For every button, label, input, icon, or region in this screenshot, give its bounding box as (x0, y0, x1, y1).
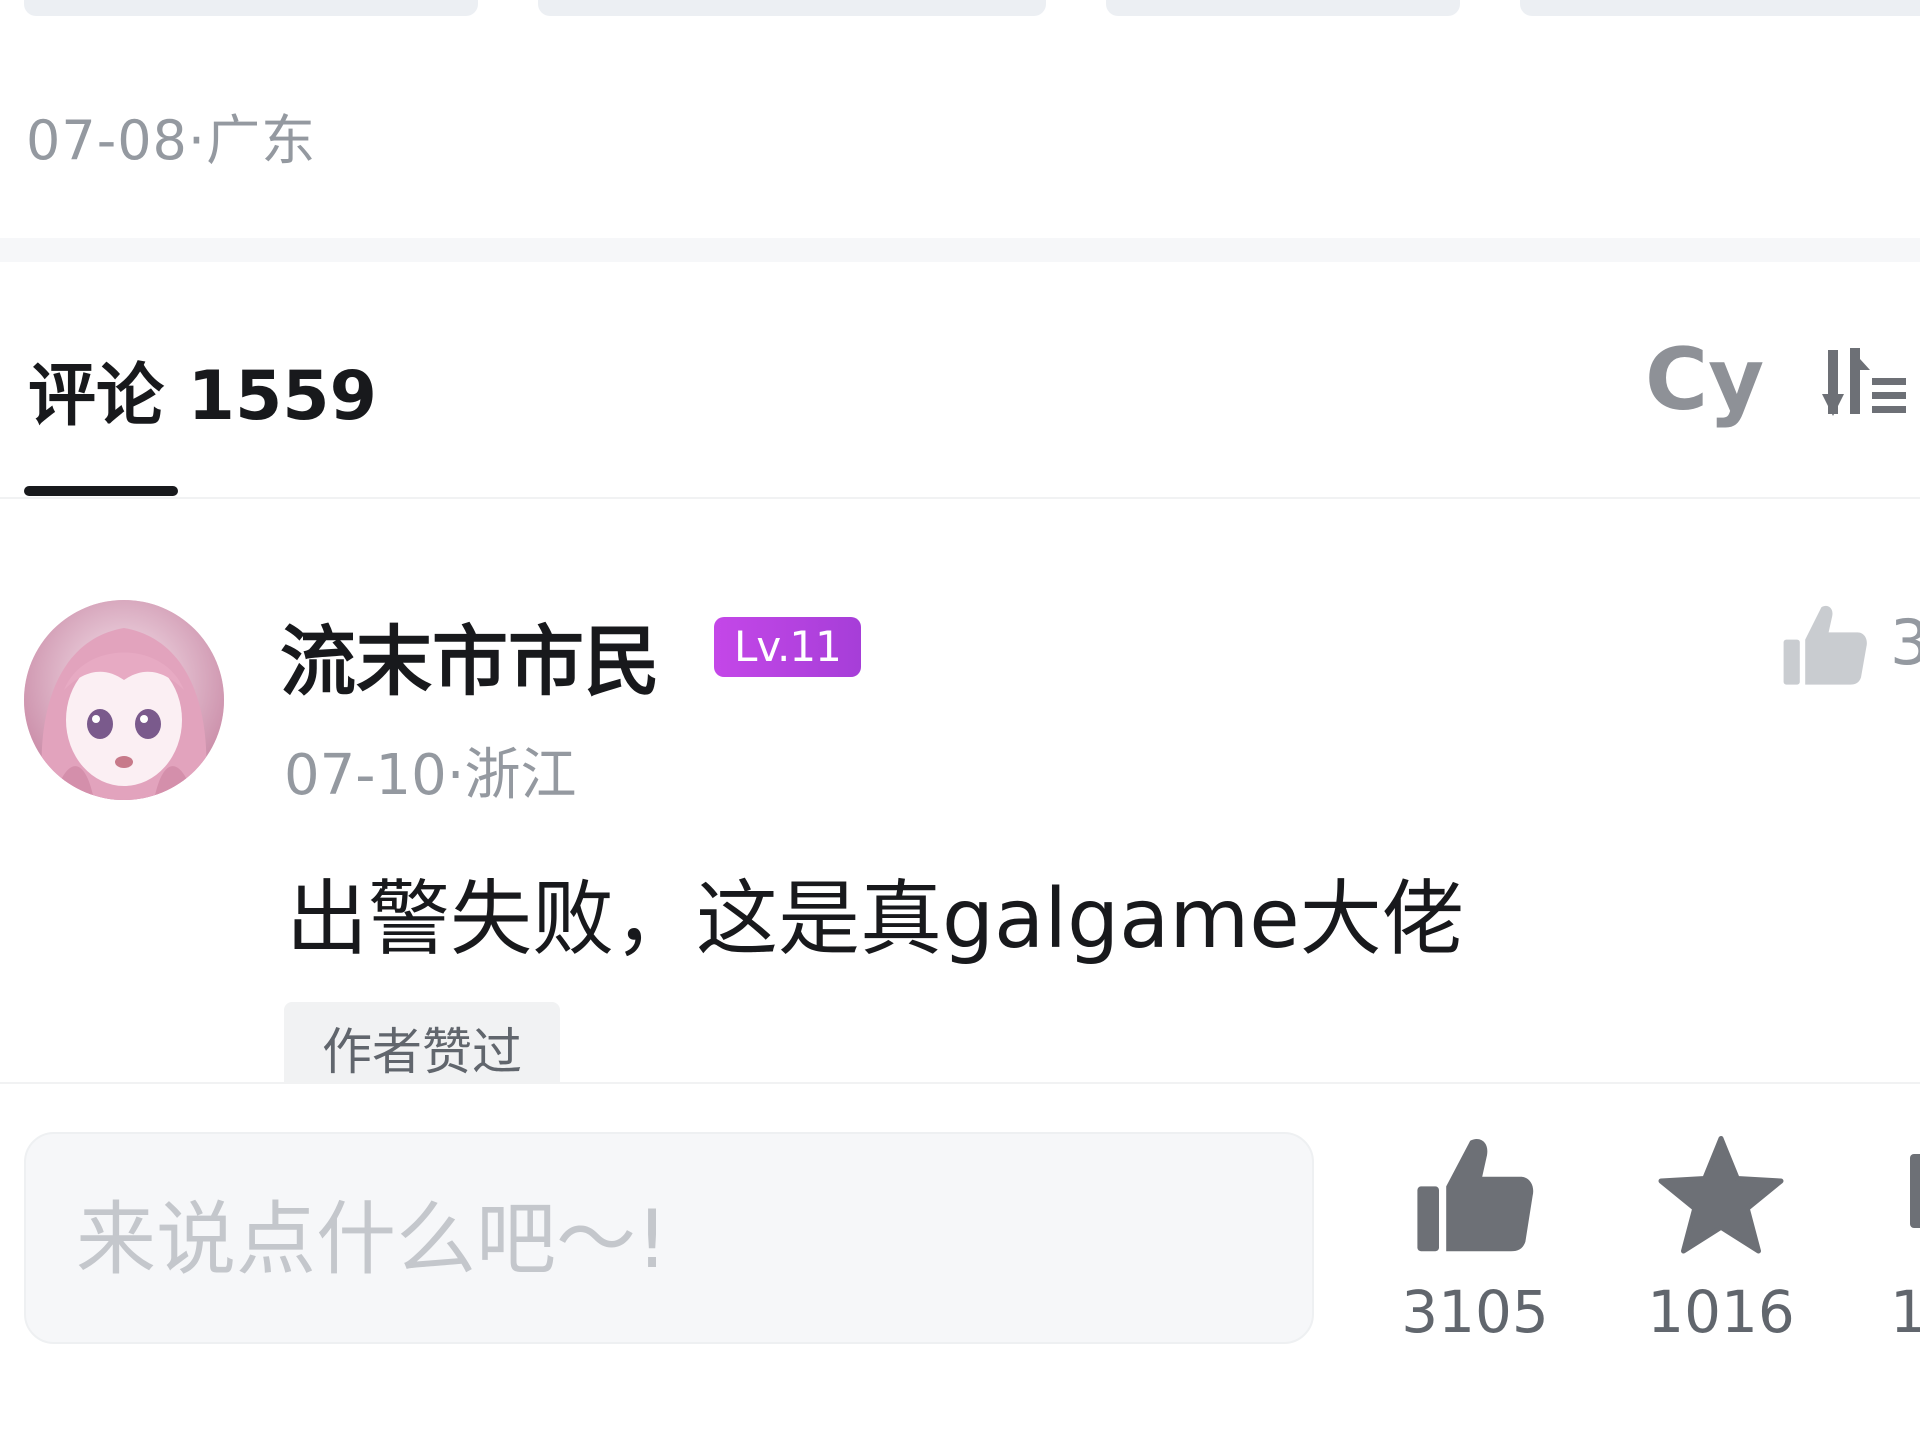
share-button[interactable]: 1 (1890, 1136, 1920, 1346)
comments-tab-title[interactable]: 评论 1559 (28, 340, 377, 439)
comment-input[interactable]: 来说点什么吧～! (24, 1132, 1314, 1344)
share-count: 1 (1890, 1278, 1920, 1346)
thumbs-up-icon (1783, 605, 1867, 685)
thumbs-up-icon (1417, 1139, 1534, 1252)
avatar[interactable] (24, 600, 224, 800)
comment-like-button[interactable] (1780, 600, 1870, 690)
share-icon (1910, 1154, 1920, 1228)
like-count: 3105 (1401, 1278, 1549, 1346)
tab-active-indicator (24, 486, 178, 496)
comment-text: 出警失败，这是真galgame大佬 (286, 872, 1464, 967)
sort-icon[interactable]: Cy (1645, 330, 1764, 430)
header-divider (0, 497, 1920, 499)
comment-like-count: 3 (1890, 606, 1920, 679)
star-icon (1658, 1136, 1784, 1254)
section-divider (0, 238, 1920, 262)
comment-date-location: 07-10·浙江 (284, 743, 577, 808)
tag-chip[interactable] (538, 0, 1046, 16)
favorite-count: 1016 (1647, 1278, 1795, 1346)
post-date-location: 07-08·广东 (26, 109, 317, 172)
filter-icon[interactable] (1820, 342, 1910, 422)
comment-username[interactable]: 流末市市民 (280, 600, 660, 710)
level-badge: Lv.11 (714, 617, 861, 677)
tag-chip[interactable] (1520, 0, 1920, 16)
tag-chip[interactable] (1106, 0, 1460, 16)
favorite-button[interactable]: 1016 (1646, 1136, 1796, 1346)
like-button[interactable]: 3105 (1400, 1136, 1550, 1346)
tag-chip[interactable] (24, 0, 478, 16)
